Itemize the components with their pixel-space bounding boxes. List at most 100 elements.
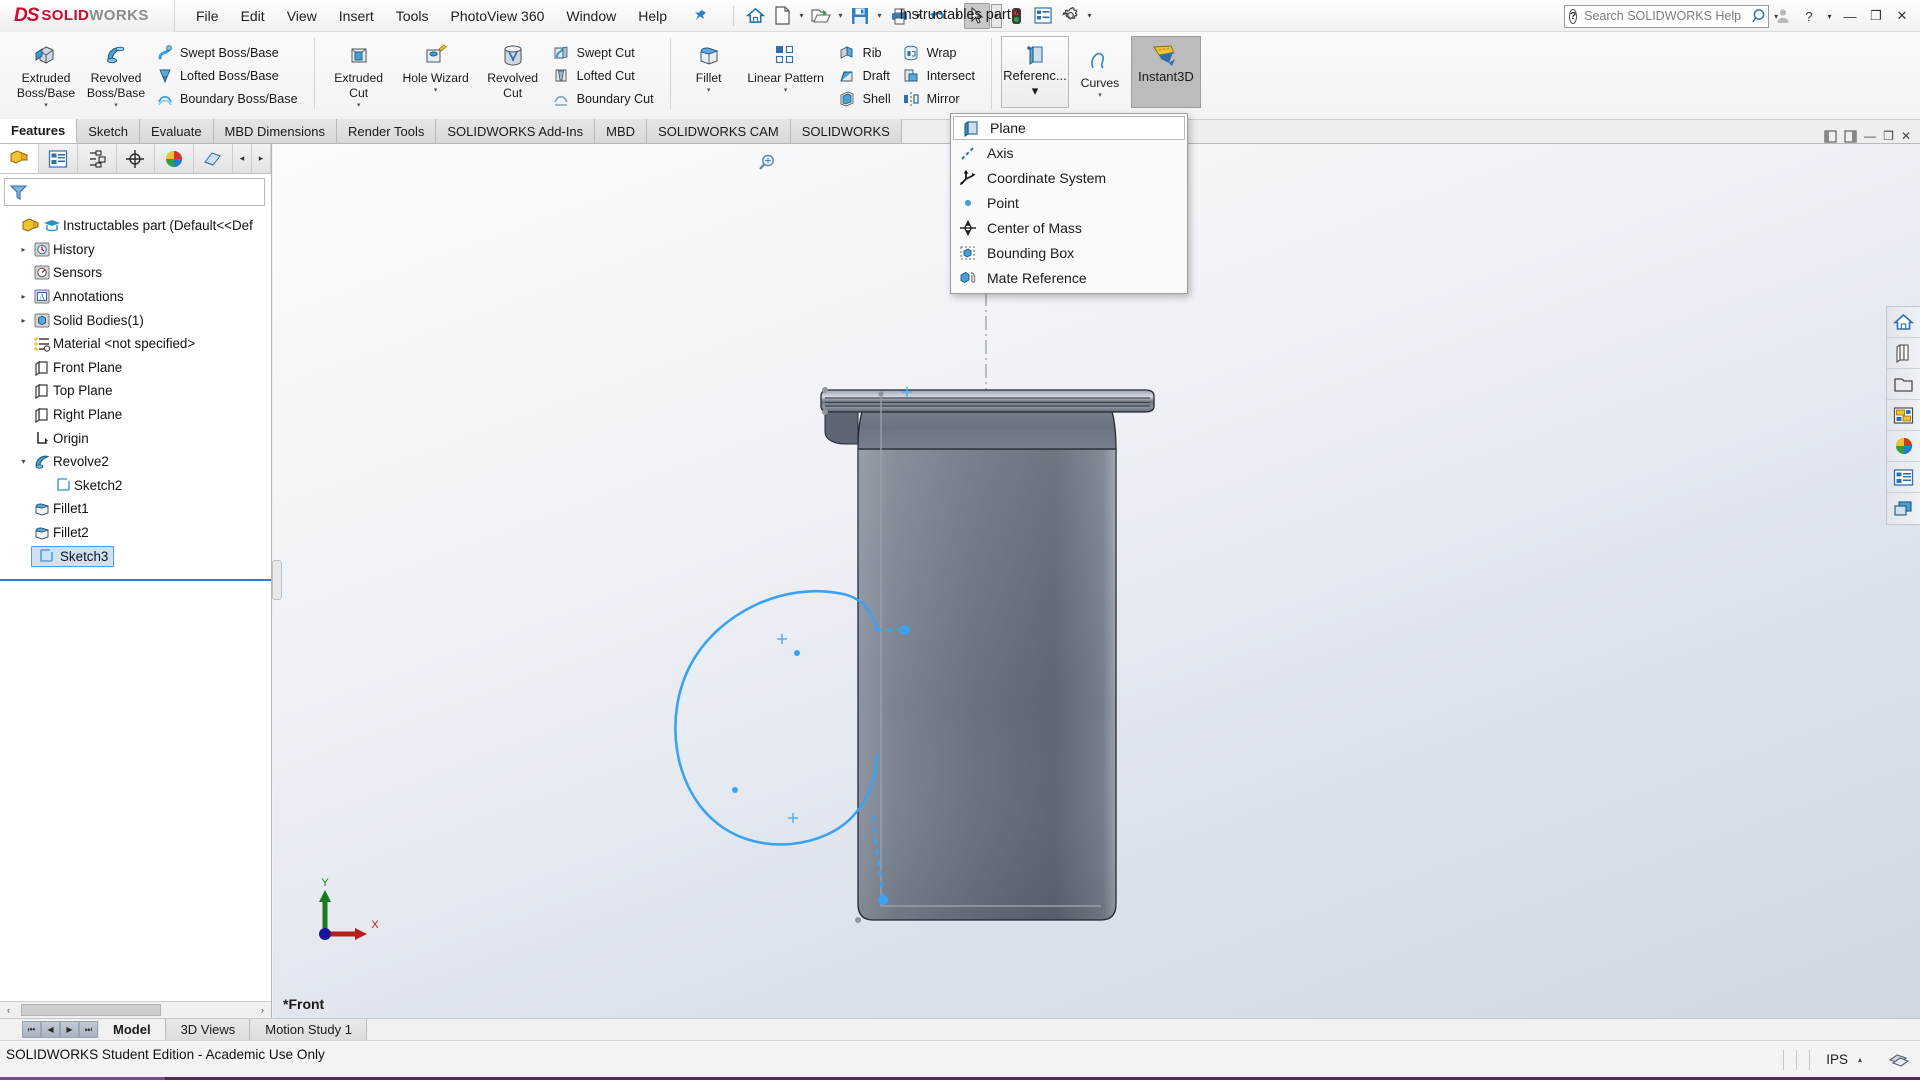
tab-render-tools[interactable]: Render Tools (336, 119, 437, 143)
dropdown-item-bounding-box[interactable]: Bounding Box (951, 240, 1187, 265)
save-icon[interactable] (847, 3, 873, 29)
dropdown-item-mate-reference[interactable]: Mate Reference (951, 265, 1187, 290)
panel-collapse-right-icon[interactable] (1844, 129, 1857, 143)
tab-solidworks-cam[interactable]: SOLIDWORKS CAM (647, 119, 791, 143)
undo-icon[interactable] (925, 3, 951, 29)
new-document-caret-icon[interactable]: ▾ (796, 11, 807, 20)
dropdown-item-plane[interactable]: Plane (953, 116, 1185, 140)
instant3d-button[interactable]: Instant3D (1130, 36, 1201, 108)
tree-item-top-plane[interactable]: Top Plane (0, 379, 271, 403)
options-list-icon[interactable] (1030, 3, 1056, 29)
tab-mbd-dimensions[interactable]: MBD Dimensions (213, 119, 337, 143)
tree-item-origin[interactable]: Origin (0, 426, 271, 450)
nav-prev-button[interactable]: ◀ (41, 1021, 60, 1038)
open-folder-caret-icon[interactable]: ▾ (835, 11, 846, 20)
extruded-cut-button[interactable]: Extruded Cut ▾ (324, 36, 394, 109)
tab-features[interactable]: Features (0, 119, 78, 143)
tree-item-solid-bodies[interactable]: ▸ Solid Bodies(1) (0, 308, 271, 332)
save-caret-icon[interactable]: ▾ (874, 11, 885, 20)
tree-item-sketch2[interactable]: Sketch2 (0, 474, 271, 498)
select-cursor-icon[interactable] (964, 2, 991, 29)
tab-solidworks[interactable]: SOLIDWORKS (790, 119, 902, 143)
home-icon[interactable] (742, 3, 768, 29)
magnifier-icon[interactable] (1752, 8, 1769, 24)
menu-item-help[interactable]: Help (627, 3, 678, 29)
mirror-button[interactable]: Mirror (898, 87, 982, 110)
design-library-icon[interactable] (1887, 338, 1920, 369)
search-box[interactable]: ? ▾ (1564, 4, 1778, 28)
bottom-tab-3d-views[interactable]: 3D Views (165, 1018, 251, 1041)
hscroll-right-arrow[interactable]: › (254, 1005, 271, 1015)
help-caret-icon[interactable]: ▾ (1823, 3, 1836, 29)
menu-item-tools[interactable]: Tools (385, 3, 440, 29)
boundary-boss-base-button[interactable]: Boundary Boss/Base (151, 87, 305, 110)
property-manager-tab[interactable] (38, 144, 78, 173)
tree-item-right-plane[interactable]: Right Plane (0, 403, 271, 427)
nav-first-button[interactable]: ⏮ (22, 1021, 41, 1038)
fillet-caret-icon[interactable]: ▾ (707, 86, 711, 94)
tab-solidworks-add-ins[interactable]: SOLIDWORKS Add-Ins (436, 119, 596, 143)
tree-expander-annotations[interactable]: ▸ (16, 292, 31, 301)
window-close-button[interactable]: ✕ (1890, 3, 1914, 29)
hole-wizard-button[interactable]: Hole Wizard ▾ (394, 36, 478, 94)
dimxpert-manager-tab[interactable] (116, 144, 156, 173)
revolved-boss-base-button[interactable]: Revolved Boss/Base ▾ (81, 36, 151, 109)
extruded-boss-caret-icon[interactable]: ▾ (44, 101, 48, 109)
select-caret-icon[interactable]: ▾ (991, 3, 1003, 28)
help-question-button[interactable]: ? (1797, 3, 1821, 29)
nav-last-button[interactable]: ⏭ (79, 1021, 98, 1038)
panel-tab-prev-arrow[interactable]: ◂ (233, 144, 253, 173)
rebuild-traffic-light-icon[interactable] (1003, 3, 1029, 29)
menu-item-file[interactable]: File (185, 3, 230, 29)
tree-expander-revolve2[interactable]: ▾ (16, 457, 31, 466)
tree-item-fillet1[interactable]: Fillet1 (0, 497, 271, 521)
dropdown-item-coordinate-system[interactable]: Coordinate System (951, 165, 1187, 190)
tree-item-fillet2[interactable]: Fillet2 (0, 521, 271, 545)
menu-item-window[interactable]: Window (555, 3, 627, 29)
intersect-button[interactable]: Intersect (898, 64, 982, 87)
menu-item-photoview360[interactable]: PhotoView 360 (439, 3, 555, 29)
undo-caret-icon[interactable]: ▾ (952, 11, 963, 20)
zoom-to-area-icon[interactable] (753, 150, 781, 176)
nav-next-button[interactable]: ▶ (60, 1021, 79, 1038)
settings-gear-icon[interactable] (1057, 3, 1083, 29)
fillet-button[interactable]: Fillet ▾ (680, 36, 738, 94)
tab-evaluate[interactable]: Evaluate (139, 119, 214, 143)
view-palette-icon[interactable] (1887, 400, 1920, 431)
wrap-button[interactable]: Wrap (898, 41, 982, 64)
dropdown-item-axis[interactable]: Axis (951, 140, 1187, 165)
tab-mbd[interactable]: MBD (595, 119, 648, 143)
tab-sketch[interactable]: Sketch (77, 119, 140, 143)
tree-item-sketch3[interactable]: Sketch3 (0, 544, 271, 568)
dropdown-item-point[interactable]: Point (951, 190, 1187, 215)
extruded-cut-caret-icon[interactable]: ▾ (357, 101, 361, 109)
settings-caret-icon[interactable]: ▾ (1084, 11, 1095, 20)
extruded-boss-base-button[interactable]: Extruded Boss/Base ▾ (11, 36, 81, 109)
tree-item-material[interactable]: Material <not specified> (0, 332, 271, 356)
menu-item-view[interactable]: View (276, 3, 328, 29)
revolved-cut-button[interactable]: Revolved Cut (478, 36, 548, 100)
hole-wizard-caret-icon[interactable]: ▾ (434, 86, 438, 94)
window-close-icon[interactable]: ✕ (1901, 129, 1911, 143)
units-indicator[interactable]: IPS (1816, 1052, 1858, 1067)
overlay-icon[interactable] (1878, 1050, 1920, 1070)
linear-pattern-button[interactable]: Linear Pattern ▾ (738, 36, 834, 94)
dropdown-item-center-of-mass[interactable]: Center of Mass (951, 215, 1187, 240)
window-minimize-icon[interactable]: — (1864, 129, 1876, 143)
reference-geometry-caret-icon[interactable]: ▾ (1032, 83, 1039, 99)
curves-caret-icon[interactable]: ▾ (1098, 91, 1102, 99)
hscroll-left-arrow[interactable]: ‹ (0, 1005, 17, 1015)
tree-item-sketch3-selected[interactable]: Sketch3 (31, 545, 115, 567)
panel-resize-handle[interactable] (272, 560, 282, 600)
panel-tab-next-arrow[interactable]: ▸ (252, 144, 271, 173)
feature-manager-tab[interactable] (0, 144, 39, 173)
cam-manager-tab[interactable] (194, 144, 234, 173)
bottom-tab-model[interactable]: Model (98, 1018, 166, 1041)
tree-item-annotations[interactable]: ▸ A Annotations (0, 285, 271, 309)
boundary-cut-button[interactable]: Boundary Cut (548, 87, 661, 110)
appearances-tab[interactable] (155, 144, 195, 173)
print-icon[interactable] (886, 3, 912, 29)
appearances-scenes-icon[interactable] (1887, 431, 1920, 462)
print-caret-icon[interactable]: ▾ (913, 11, 924, 20)
feature-tree-hscrollbar[interactable]: ‹ › (0, 1001, 271, 1018)
